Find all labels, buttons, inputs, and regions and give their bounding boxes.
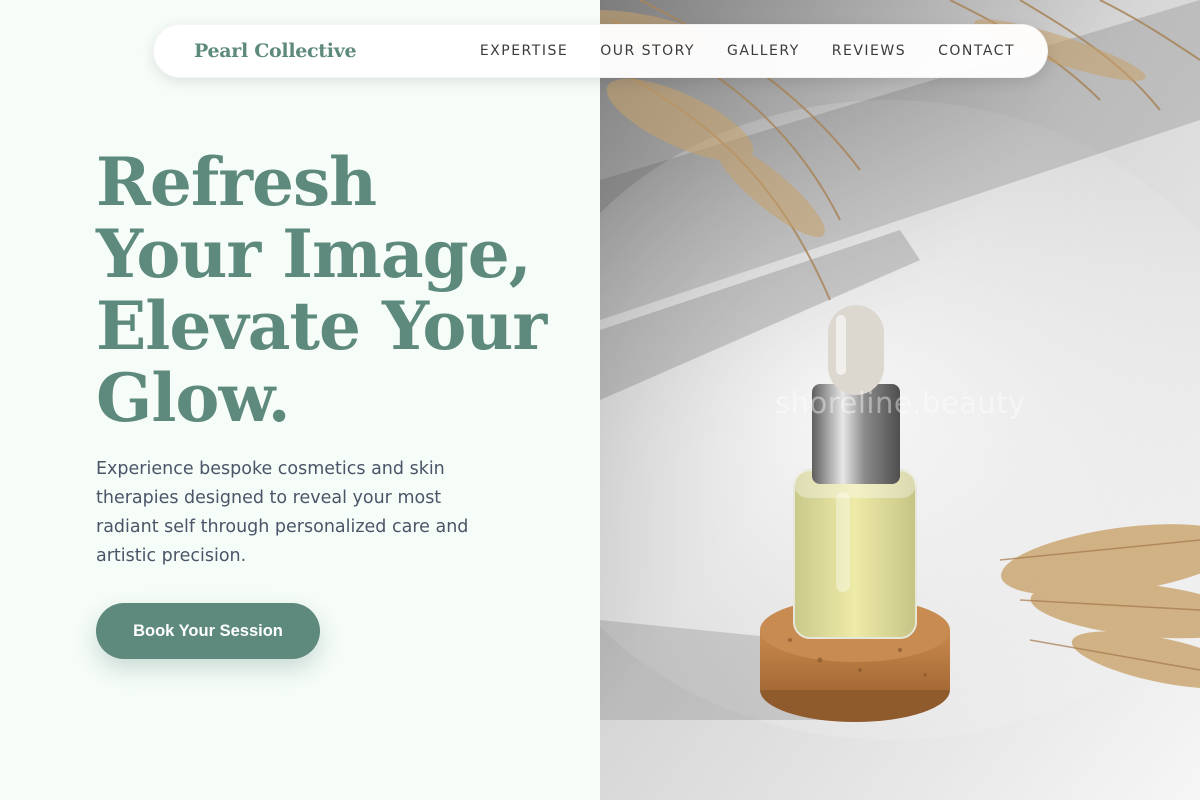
hero-description: Experience bespoke cosmetics and skin th… — [96, 459, 469, 566]
nav-link-our-story[interactable]: OUR STORY — [600, 43, 695, 59]
nav-link-gallery[interactable]: GALLERY — [727, 43, 800, 59]
image-watermark: shoreline.beauty — [775, 386, 1026, 420]
hero-title-line: Glow. — [96, 359, 291, 437]
nav-links: EXPERTISE OUR STORY GALLERY REVIEWS CONT… — [480, 43, 1015, 59]
hero-title-line: Your Image, — [96, 215, 532, 293]
book-session-button[interactable]: Book Your Session — [96, 603, 320, 659]
nav-link-contact[interactable]: CONTACT — [938, 43, 1015, 59]
nav-link-expertise[interactable]: EXPERTISE — [480, 43, 568, 59]
hero-title: Refresh Your Image, Elevate Your Glow. — [96, 146, 576, 434]
hero-title-line: Refresh — [96, 143, 377, 221]
nav-link-reviews[interactable]: REVIEWS — [832, 43, 906, 59]
hero-image: shoreline.beauty — [600, 0, 1200, 800]
hero-left-panel: Refresh Your Image, Elevate Your Glow. E… — [0, 0, 600, 800]
hero-title-line: Elevate Your — [96, 287, 547, 365]
brand-logo[interactable]: Pearl Collective — [194, 40, 357, 62]
top-navbar: Pearl Collective EXPERTISE OUR STORY GAL… — [153, 24, 1048, 78]
